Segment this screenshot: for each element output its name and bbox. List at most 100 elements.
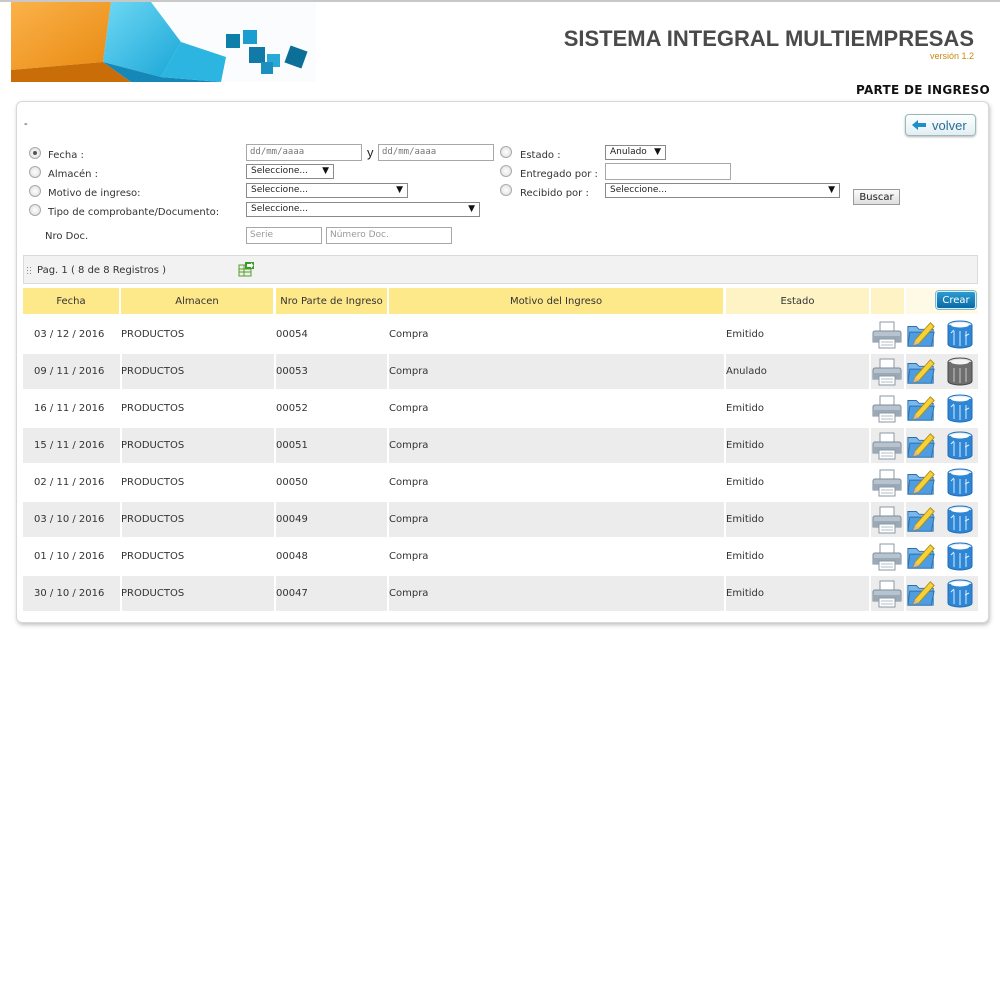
printer-icon[interactable] (872, 578, 902, 609)
column-divider (274, 465, 276, 500)
radio-almacen[interactable] (29, 166, 41, 178)
cell-almacen: PRODUCTOS (121, 551, 185, 562)
radio-fecha[interactable] (29, 147, 41, 159)
trash-icon[interactable] (945, 578, 975, 609)
column-header-motivo[interactable]: Motivo del Ingreso (389, 288, 723, 314)
cell-nro: 00047 (276, 588, 308, 599)
entregado-input[interactable] (605, 163, 731, 180)
radio-tipo[interactable] (29, 204, 41, 216)
excel-export-icon[interactable] (238, 262, 254, 277)
date-to-input[interactable]: dd/mm/aaaa (378, 144, 494, 161)
cell-estado: Emitido (726, 440, 765, 451)
printer-icon[interactable] (872, 319, 902, 350)
folder-edit-icon[interactable] (906, 578, 936, 609)
column-divider (869, 317, 871, 352)
folder-edit-icon[interactable] (906, 541, 936, 572)
trash-icon[interactable] (945, 356, 975, 387)
system-title: SISTEMA INTEGRAL MULTIEMPRESAS (563, 26, 974, 51)
entregado-label: Entregado por : (520, 169, 598, 180)
column-header-nro[interactable]: Nro Parte de Ingreso (276, 288, 387, 314)
grip-icon (26, 266, 32, 275)
trash-icon[interactable] (945, 541, 975, 572)
column-header-fecha[interactable]: Fecha (23, 288, 119, 314)
motivo-select[interactable]: Seleccione... ▼ (246, 183, 408, 198)
trash-icon[interactable] (945, 393, 975, 424)
almacen-label: Almacén : (48, 169, 99, 180)
cell-fecha: 02 / 11 / 2016 (34, 477, 105, 488)
table-row: 30 / 10 / 2016 PRODUCTOS 00047 Compra Em… (23, 576, 978, 611)
cell-estado: Emitido (726, 403, 765, 414)
column-divider (387, 354, 389, 389)
folder-edit-icon[interactable] (906, 319, 936, 350)
pager-text: Pag. 1 ( 8 de 8 Registros ) (37, 265, 167, 276)
radio-motivo[interactable] (29, 185, 41, 197)
chevron-down-icon: ▼ (468, 204, 475, 214)
radio-recibido[interactable] (500, 184, 512, 196)
printer-icon[interactable] (872, 541, 902, 572)
table-row: 15 / 11 / 2016 PRODUCTOS 00051 Compra Em… (23, 428, 978, 463)
chevron-down-icon: ▼ (322, 166, 329, 176)
volver-label: volver (932, 117, 967, 133)
trash-icon[interactable] (945, 319, 975, 350)
column-header-almacen[interactable]: Almacen (121, 288, 273, 314)
radio-estado[interactable] (500, 146, 512, 158)
recibido-select-value: Seleccione... (610, 185, 668, 195)
page-title: PARTE DE INGRESO (855, 83, 990, 97)
cell-motivo: Compra (389, 551, 429, 562)
recibido-select[interactable]: Seleccione... ▼ (605, 183, 840, 198)
arrow-left-icon (912, 120, 926, 130)
folder-edit-icon[interactable] (906, 467, 936, 498)
crear-button[interactable]: Crear (936, 291, 976, 309)
column-divider (274, 502, 276, 537)
cell-nro: 00053 (276, 366, 308, 377)
printer-icon[interactable] (872, 430, 902, 461)
folder-edit-icon[interactable] (906, 430, 936, 461)
tipo-select[interactable]: Seleccione... ▼ (246, 202, 480, 217)
column-divider (869, 502, 871, 537)
column-divider (724, 354, 726, 389)
company-logo (11, 2, 316, 82)
radio-entregado[interactable] (500, 165, 512, 177)
column-divider (274, 576, 276, 611)
cell-motivo: Compra (389, 329, 429, 340)
cell-almacen: PRODUCTOS (121, 514, 185, 525)
chevron-down-icon: ▼ (654, 147, 661, 157)
cell-almacen: PRODUCTOS (121, 329, 185, 340)
recibido-label: Recibido por : (520, 188, 589, 199)
trash-icon[interactable] (945, 430, 975, 461)
printer-icon[interactable] (872, 504, 902, 535)
date-from-input[interactable]: dd/mm/aaaa (246, 144, 362, 161)
printer-icon[interactable] (872, 393, 902, 424)
almacen-select[interactable]: Seleccione... ▼ (246, 164, 334, 179)
folder-edit-icon[interactable] (906, 356, 936, 387)
cell-fecha: 09 / 11 / 2016 (34, 366, 105, 377)
column-divider (120, 465, 122, 500)
printer-icon[interactable] (872, 467, 902, 498)
column-header-estado[interactable]: Estado (726, 288, 869, 314)
volver-button[interactable]: volver (905, 114, 976, 136)
column-divider (869, 539, 871, 574)
trash-icon[interactable] (945, 467, 975, 498)
motivo-label: Motivo de ingreso: (48, 188, 141, 199)
column-divider (387, 539, 389, 574)
trash-icon[interactable] (945, 504, 975, 535)
column-divider (724, 539, 726, 574)
buscar-button[interactable]: Buscar (853, 189, 900, 205)
serie-input[interactable]: Serie (246, 227, 322, 244)
cell-almacen: PRODUCTOS (121, 366, 185, 377)
pager-bar: Pag. 1 ( 8 de 8 Registros ) (23, 255, 978, 284)
column-divider (274, 428, 276, 463)
table-row: 01 / 10 / 2016 PRODUCTOS 00048 Compra Em… (23, 539, 978, 574)
numero-doc-input[interactable]: Número Doc. (326, 227, 452, 244)
printer-icon[interactable] (872, 356, 902, 387)
nro-doc-label: Nro Doc. (45, 231, 89, 242)
cell-almacen: PRODUCTOS (121, 588, 185, 599)
folder-edit-icon[interactable] (906, 393, 936, 424)
column-divider (724, 317, 726, 352)
folder-edit-icon[interactable] (906, 504, 936, 535)
column-divider (120, 354, 122, 389)
table-row: 03 / 10 / 2016 PRODUCTOS 00049 Compra Em… (23, 502, 978, 537)
cell-nro: 00049 (276, 514, 308, 525)
cell-motivo: Compra (389, 588, 429, 599)
estado-select[interactable]: Anulado ▼ (605, 145, 666, 160)
